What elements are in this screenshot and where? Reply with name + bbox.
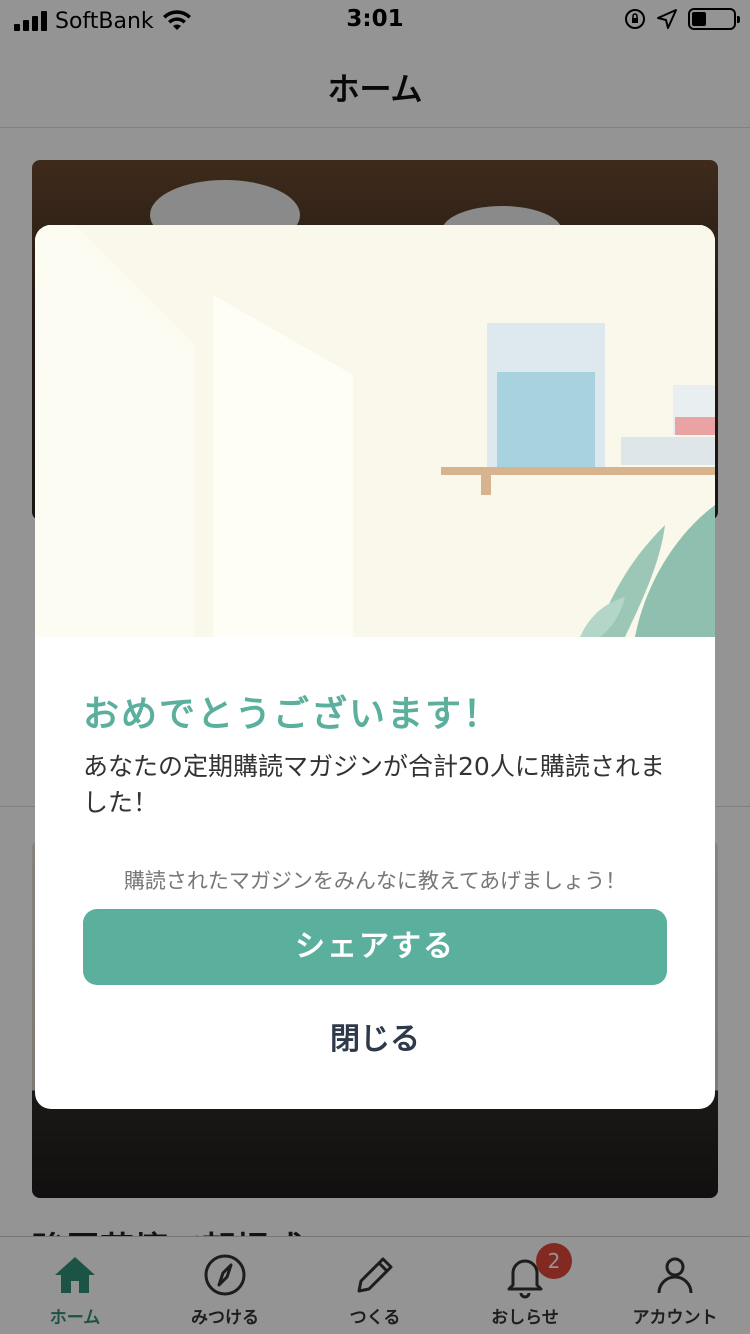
modal-message: あなたの定期購読マガジンが合計20人に購読されました！: [83, 752, 665, 817]
share-button[interactable]: シェアする: [83, 909, 667, 985]
congrats-modal: おめでとうございます！ あなたの定期購読マガジンが合計20人に購読されました！ …: [35, 225, 715, 1109]
close-button[interactable]: 閉じる: [235, 1015, 515, 1065]
room-illustration: [35, 225, 715, 637]
modal-title: おめでとうございます！: [83, 694, 502, 735]
share-hint: 購読されたマガジンをみんなに教えてあげましょう！: [123, 869, 627, 893]
